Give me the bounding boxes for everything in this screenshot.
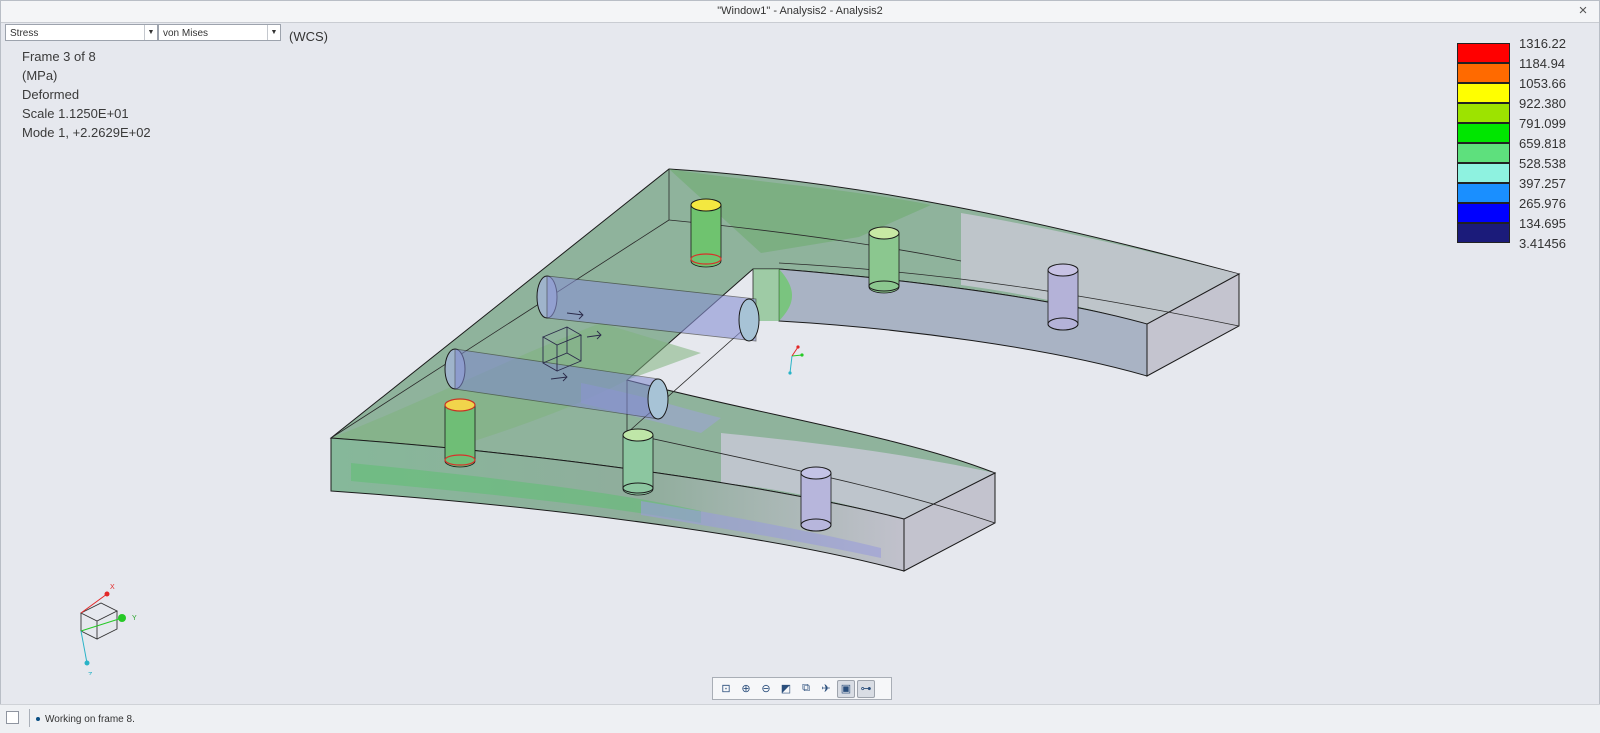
triad-z-label: Z	[88, 672, 93, 675]
quantity-select-value: Stress	[10, 28, 39, 39]
frame-info: Frame 3 of 8	[22, 49, 96, 64]
close-button[interactable]: ×	[1575, 2, 1591, 20]
status-bar: Working on frame 8.	[0, 704, 1600, 733]
legend-value: 791.099	[1519, 116, 1566, 131]
refit-icon[interactable]: ⊡	[717, 680, 735, 698]
shading-icon[interactable]: ◩	[777, 680, 795, 698]
legend-value: 397.257	[1519, 176, 1566, 191]
triad-x-label: X	[110, 584, 115, 591]
bolt-hole	[800, 466, 832, 532]
component-select-value: von Mises	[163, 28, 209, 39]
status-dot-icon	[36, 717, 40, 722]
units-info: (MPa)	[22, 68, 58, 83]
spin-center-icon[interactable]: ⊶	[857, 679, 875, 698]
scale-info: Scale 1.1250E+01	[22, 106, 129, 121]
legend-swatch	[1457, 223, 1510, 243]
model-viewport[interactable]: X Y Z	[1, 23, 1599, 675]
chevron-down-icon: ▼	[267, 25, 280, 40]
legend-swatch	[1457, 103, 1510, 123]
bolt-hole	[1047, 263, 1079, 331]
legend-swatch	[1457, 123, 1510, 143]
annotation-display-icon[interactable]: ▣	[837, 679, 855, 698]
zoom-out-icon[interactable]: ⊖	[757, 680, 775, 698]
legend-value: 134.695	[1519, 216, 1566, 231]
legend-swatch	[1457, 43, 1510, 63]
window-title: "Window1" - Analysis2 - Analysis2	[717, 5, 883, 17]
legend-swatch	[1457, 203, 1510, 223]
legend-value: 1184.94	[1519, 56, 1566, 71]
quantity-select[interactable]: Stress ▼	[5, 24, 158, 41]
legend-value: 265.976	[1519, 196, 1566, 211]
legend-value: 922.380	[1519, 96, 1566, 111]
zoom-in-icon[interactable]: ⊕	[737, 680, 755, 698]
legend-swatch	[1457, 183, 1510, 203]
display-mode-info: Deformed	[22, 87, 80, 102]
chevron-down-icon: ▼	[144, 25, 157, 40]
results-window: "Window1" - Analysis2 - Analysis2 × X Y …	[0, 0, 1600, 705]
legend-value: 659.818	[1519, 136, 1566, 151]
legend-value: 1316.22	[1519, 36, 1566, 51]
bolt-hole	[868, 226, 900, 294]
legend-swatch	[1457, 143, 1510, 163]
bolt-hole	[622, 428, 654, 496]
status-checkbox[interactable]	[6, 711, 19, 724]
result-info: Frame 3 of 8 (MPa) Deformed Scale 1.1250…	[22, 47, 151, 142]
status-separator	[29, 709, 30, 727]
triad-y-label: Y	[132, 615, 137, 622]
status-text: Working on frame 8.	[45, 714, 135, 725]
bolt-hole	[690, 198, 722, 268]
coordinate-system-label: (WCS)	[289, 29, 328, 44]
view-toolbar: ⊡ ⊕ ⊖ ◩ ⧉ ✈ ▣ ⊶	[712, 677, 892, 700]
mode-info: Mode 1, +2.2629E+02	[22, 125, 151, 140]
component-select[interactable]: von Mises ▼	[158, 24, 281, 41]
view-triad: X Y Z	[79, 584, 137, 675]
title-bar: "Window1" - Analysis2 - Analysis2 ×	[1, 1, 1599, 23]
status-message: Working on frame 8.	[36, 714, 135, 725]
legend-value: 3.41456	[1519, 236, 1566, 251]
wcs-origin-marker	[788, 345, 804, 375]
legend-value: 1053.66	[1519, 76, 1566, 91]
legend-value: 528.538	[1519, 156, 1566, 171]
saved-views-icon[interactable]: ⧉	[797, 680, 815, 698]
bolt-hole	[444, 398, 476, 468]
legend-swatch	[1457, 83, 1510, 103]
legend-swatch	[1457, 63, 1510, 83]
legend-swatch	[1457, 163, 1510, 183]
datum-display-icon[interactable]: ✈	[817, 680, 835, 698]
